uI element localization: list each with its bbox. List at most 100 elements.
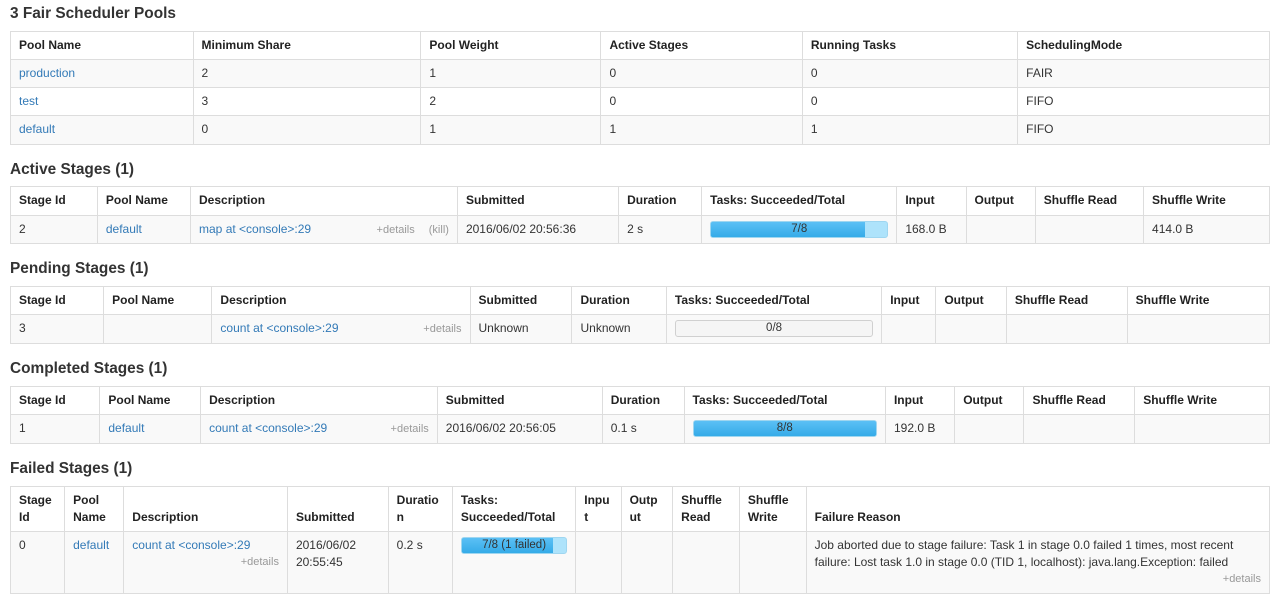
cell-output [955,415,1024,444]
col-output[interactable]: Output [936,287,1007,315]
col-tasks[interactable]: Tasks: Succeeded/Total [666,287,881,315]
kill-stage-link[interactable]: (kill) [429,223,449,239]
col-shuffle-write[interactable]: Shuffle Write [1127,287,1269,315]
cell-duration: 2 s [619,215,702,244]
cell-description: map at <console>:29 +details (kill) [191,215,458,244]
cell-scheduling-mode: FIFO [1018,116,1270,144]
col-tasks[interactable]: Tasks: Succeeded/Total [684,387,885,415]
cell-duration: 0.1 s [602,415,684,444]
col-shuffle-read[interactable]: Shuffle Read [1024,387,1135,415]
progress-label: 7/8 (1 failed) [462,538,566,553]
col-output[interactable]: Output [621,486,673,531]
stages-page: 3 Fair Scheduler Pools Pool Name Minimum… [0,0,1280,594]
col-submitted[interactable]: Submitted [470,287,572,315]
col-duration[interactable]: Duration [602,387,684,415]
col-stage-id[interactable]: Stage Id [11,486,65,531]
details-toggle[interactable]: +details [377,223,415,239]
cell-output [621,532,673,594]
col-input[interactable]: Input [576,486,621,531]
col-duration[interactable]: Duration [619,187,702,215]
table-row: 3 count at <console>:29 +details Unknown… [11,315,1270,344]
col-stage-id[interactable]: Stage Id [11,387,100,415]
table-row: default 0 1 1 1 FIFO [11,116,1270,144]
col-pool-name[interactable]: Pool Name [104,287,212,315]
col-output[interactable]: Output [955,387,1024,415]
details-toggle[interactable]: +details [391,422,429,438]
cell-shuffle-write [1127,315,1269,344]
col-scheduling-mode[interactable]: SchedulingMode [1018,31,1270,59]
table-header-row: Stage Id Pool Name Description Submitted… [11,387,1270,415]
col-submitted[interactable]: Submitted [287,486,388,531]
col-input[interactable]: Input [882,287,936,315]
details-toggle[interactable]: +details [132,555,279,571]
pool-link[interactable]: default [108,421,144,435]
pool-link[interactable]: test [19,94,38,108]
col-shuffle-write[interactable]: Shuffle Write [1135,387,1270,415]
cell-active-stages: 0 [601,60,802,88]
col-submitted[interactable]: Submitted [437,387,602,415]
stage-description-link[interactable]: count at <console>:29 [209,420,327,437]
failure-details-toggle[interactable]: +details [815,572,1261,588]
col-duration[interactable]: Duration [388,486,452,531]
cell-submitted: 2016/06/02 20:56:05 [437,415,602,444]
col-pool-name[interactable]: Pool Name [11,31,194,59]
col-input[interactable]: Input [885,387,954,415]
cell-submitted: 2016/06/02 20:56:36 [457,215,618,244]
tasks-progress-bar: 8/8 [693,420,877,437]
col-running-tasks[interactable]: Running Tasks [802,31,1017,59]
table-row: 1 default count at <console>:29 +details… [11,415,1270,444]
col-shuffle-read[interactable]: Shuffle Read [1006,287,1127,315]
details-toggle[interactable]: +details [423,322,461,338]
col-description[interactable]: Description [212,287,470,315]
cell-shuffle-write [1135,415,1270,444]
cell-pool-name: default [11,116,194,144]
col-description[interactable]: Description [191,187,458,215]
active-stages-title: Active Stages (1) [10,162,1270,179]
col-pool-name[interactable]: Pool Name [100,387,201,415]
col-pool-name[interactable]: Pool Name [65,486,124,531]
col-shuffle-write[interactable]: Shuffle Write [1144,187,1270,215]
col-pool-weight[interactable]: Pool Weight [421,31,601,59]
stage-description-link[interactable]: count at <console>:29 [132,538,250,552]
cell-scheduling-mode: FIFO [1018,88,1270,116]
col-active-stages[interactable]: Active Stages [601,31,802,59]
pool-link[interactable]: production [19,66,75,80]
cell-running-tasks: 0 [802,60,1017,88]
table-row: production 2 1 0 0 FAIR [11,60,1270,88]
cell-input [576,532,621,594]
pool-link[interactable]: default [106,222,142,236]
stage-description-link[interactable]: count at <console>:29 [220,320,338,337]
cell-duration: Unknown [572,315,666,344]
col-stage-id[interactable]: Stage Id [11,287,104,315]
cell-tasks: 7/8 (1 failed) [452,532,575,594]
stage-description-link[interactable]: map at <console>:29 [199,221,311,238]
cell-pool-name: default [97,215,190,244]
col-minimum-share[interactable]: Minimum Share [193,31,421,59]
col-submitted[interactable]: Submitted [457,187,618,215]
col-pool-name[interactable]: Pool Name [97,187,190,215]
progress-label: 7/8 [711,222,887,237]
col-tasks[interactable]: Tasks: Succeeded/Total [702,187,897,215]
table-row: 2 default map at <console>:29 +details (… [11,215,1270,244]
col-input[interactable]: Input [897,187,966,215]
pool-link[interactable]: default [73,538,109,552]
cell-running-tasks: 0 [802,88,1017,116]
col-shuffle-write[interactable]: Shuffle Write [739,486,806,531]
cell-description: count at <console>:29 +details [212,315,470,344]
pool-link[interactable]: default [19,122,55,136]
cell-pool-name [104,315,212,344]
col-tasks[interactable]: Tasks: Succeeded/Total [452,486,575,531]
col-failure-reason[interactable]: Failure Reason [806,486,1269,531]
col-stage-id[interactable]: Stage Id [11,187,98,215]
table-header-row: Stage Id Pool Name Description Submitted… [11,287,1270,315]
col-shuffle-read[interactable]: Shuffle Read [1035,187,1143,215]
pending-stages-table: Stage Id Pool Name Description Submitted… [10,286,1270,344]
cell-pool-name: default [65,532,124,594]
col-description[interactable]: Description [124,486,288,531]
col-description[interactable]: Description [201,387,438,415]
completed-stages-title: Completed Stages (1) [10,361,1270,378]
col-shuffle-read[interactable]: Shuffle Read [673,486,740,531]
col-duration[interactable]: Duration [572,287,666,315]
cell-shuffle-read [1035,215,1143,244]
col-output[interactable]: Output [966,187,1035,215]
